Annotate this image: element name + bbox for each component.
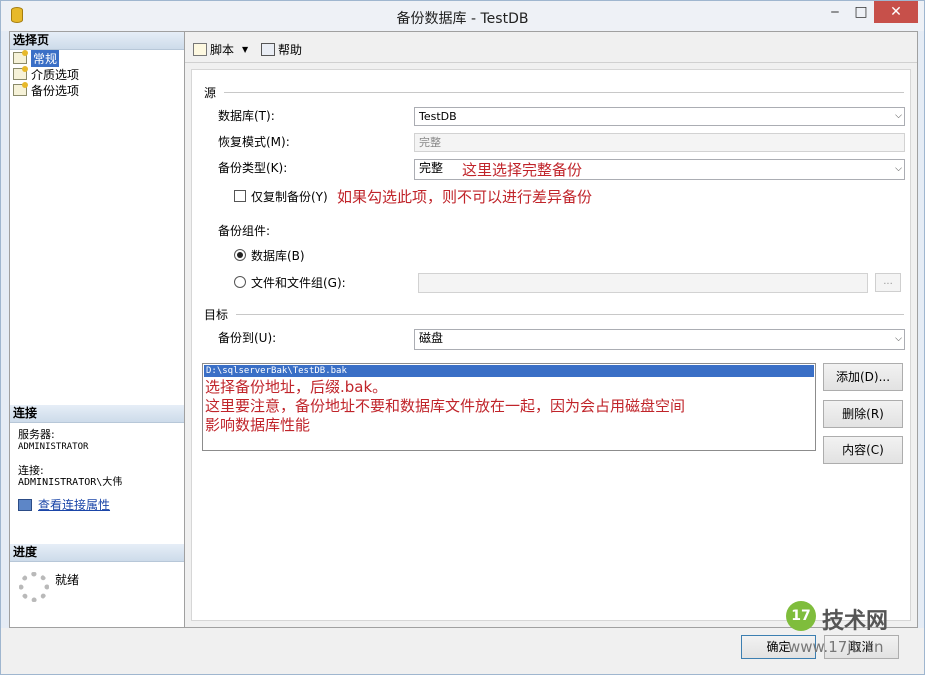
component-database-radio[interactable] (234, 249, 246, 261)
destination-annotation-2: 这里要注意，备份地址不要和数据库文件放在一起，因为会占用磁盘空间 (205, 397, 686, 415)
window-title: 备份数据库 - TestDB (396, 11, 529, 27)
page-icon (13, 66, 28, 80)
chevron-down-icon: ⌵ (895, 111, 902, 121)
backup-type-annotation: 这里选择完整备份 (462, 161, 583, 179)
chevron-down-icon: ⌵ (895, 334, 902, 344)
component-database-label: 数据库(B) (251, 249, 305, 263)
help-button[interactable]: 帮助 (261, 41, 302, 58)
files-field (418, 273, 868, 293)
database-combo-value: TestDB (419, 110, 457, 123)
page-item-general[interactable]: 常规 (10, 49, 184, 67)
source-section-title: 源 (204, 86, 217, 100)
page-item-label: 备份选项 (31, 83, 80, 98)
view-connection-properties-label: 查看连接属性 (38, 498, 111, 512)
backup-to-combo[interactable]: 磁盘 ⌵ (414, 329, 905, 350)
backup-type-label: 备份类型(K): (218, 161, 288, 175)
script-icon (193, 43, 207, 56)
site-watermark: 17 技术网 www.17jb.cn (786, 601, 916, 661)
connection-header: 连接 (10, 405, 184, 423)
view-connection-properties-link[interactable]: 查看连接属性 (18, 499, 184, 511)
server-label: 服务器: (18, 428, 55, 441)
dialog-client-area: 选择页 常规 介质选项 备份选项 连接 服务器: ADMINISTRATOR 连… (9, 31, 918, 628)
section-divider (236, 314, 904, 315)
list-item[interactable]: D:\sqlserverBak\TestDB.bak (204, 365, 814, 377)
script-button[interactable]: 脚本 ▼ (193, 41, 248, 58)
server-value: ADMINISTRATOR (18, 442, 89, 452)
destination-listbox[interactable]: D:\sqlserverBak\TestDB.bak 选择备份地址，后缀.bak… (202, 363, 816, 451)
add-destination-button[interactable]: 添加(D)... (823, 363, 903, 391)
help-label: 帮助 (278, 43, 303, 57)
title-bar: 备份数据库 - TestDB ‒ □ ✕ (1, 1, 924, 31)
progress-status: 就绪 (55, 573, 80, 587)
connection-label: 连接: (18, 464, 44, 477)
toolbar: 脚本 ▼ 帮助 (185, 32, 917, 63)
component-files-label: 文件和文件组(G): (251, 276, 346, 290)
destination-annotation-3: 影响数据库性能 (205, 416, 311, 434)
right-pane: 脚本 ▼ 帮助 源 数据库(T): TestDB ⌵ 恢复模式(M): 完整 备… (185, 32, 917, 627)
general-page-content: 源 数据库(T): TestDB ⌵ 恢复模式(M): 完整 备份类型(K): … (191, 69, 911, 621)
backup-type-combo-value: 完整 (419, 161, 444, 175)
watermark-logo-icon: 17 (786, 601, 816, 631)
watermark-name: 技术网 (822, 609, 889, 634)
progress-header: 进度 (10, 544, 184, 562)
backup-to-label: 备份到(U): (218, 331, 277, 345)
page-icon (13, 50, 28, 64)
page-item-backup-options[interactable]: 备份选项 (10, 82, 184, 98)
connection-value: ADMINISTRATOR\大伟 (18, 477, 123, 488)
database-label: 数据库(T): (218, 109, 275, 123)
target-section: 目标 (204, 306, 904, 323)
page-icon (13, 82, 28, 96)
watermark-url: www.17jb.cn (788, 638, 884, 656)
section-divider (224, 92, 904, 93)
script-label: 脚本 (210, 43, 235, 57)
page-item-media-options[interactable]: 介质选项 (10, 66, 184, 82)
database-combo[interactable]: TestDB ⌵ (414, 107, 905, 126)
copy-only-annotation: 如果勾选此项，则不可以进行差异备份 (337, 188, 593, 206)
page-item-label: 介质选项 (31, 67, 80, 82)
backup-to-combo-value: 磁盘 (419, 331, 444, 345)
target-section-title: 目标 (204, 308, 229, 322)
recovery-mode-field: 完整 (414, 133, 905, 152)
source-section: 源 (204, 84, 904, 101)
backup-dialog-window: 备份数据库 - TestDB ‒ □ ✕ 选择页 常规 介质选项 备份选项 连接 (0, 0, 925, 675)
backup-component-label: 备份组件: (218, 224, 271, 238)
progress-spinner-icon (19, 572, 49, 602)
recovery-mode-label: 恢复模式(M): (218, 135, 290, 149)
chevron-down-icon: ⌵ (895, 164, 902, 174)
select-page-header: 选择页 (10, 32, 184, 50)
minimize-button[interactable]: ‒ (822, 1, 848, 23)
maximize-button[interactable]: □ (848, 1, 874, 23)
component-files-radio[interactable] (234, 276, 246, 288)
page-item-label: 常规 (31, 49, 60, 67)
files-browse-button: ... (875, 273, 901, 292)
dropdown-arrow-icon[interactable]: ▼ (242, 45, 248, 54)
help-icon (261, 43, 275, 56)
remove-destination-button[interactable]: 删除(R) (823, 400, 903, 428)
copy-only-checkbox[interactable] (234, 190, 246, 202)
content-button[interactable]: 内容(C) (823, 436, 903, 464)
connection-panel: 连接 服务器: ADMINISTRATOR 连接: ADMINISTRATOR\… (10, 405, 184, 545)
close-button[interactable]: ✕ (874, 1, 918, 23)
destination-annotation-1: 选择备份地址，后缀.bak。 (205, 378, 388, 396)
progress-panel: 进度 就绪 (10, 544, 184, 627)
network-icon (18, 499, 32, 511)
copy-only-label: 仅复制备份(Y) (251, 190, 328, 204)
left-pane: 选择页 常规 介质选项 备份选项 连接 服务器: ADMINISTRATOR 连… (10, 32, 185, 627)
